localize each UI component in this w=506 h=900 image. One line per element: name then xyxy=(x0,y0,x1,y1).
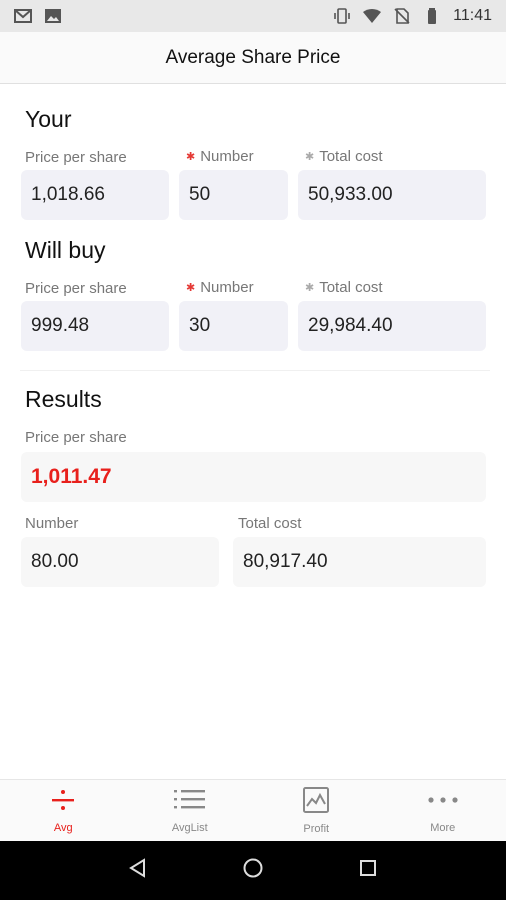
your-total-label: ✱ Total cost xyxy=(305,148,383,165)
results-price-label: Price per share xyxy=(25,429,127,446)
back-icon[interactable] xyxy=(127,857,149,884)
no-sim-icon xyxy=(393,7,411,25)
home-icon[interactable] xyxy=(242,857,264,884)
section-divider xyxy=(20,370,490,371)
app-bar: Average Share Price xyxy=(0,32,506,84)
your-section-title: Your xyxy=(25,106,72,132)
status-bar: 11:41 xyxy=(0,0,506,32)
required-marker-icon: ✱ xyxy=(186,151,196,163)
system-nav-bar xyxy=(0,841,506,900)
nav-label-avg: Avg xyxy=(53,822,73,834)
your-number-input[interactable]: 50 xyxy=(179,170,288,220)
results-number-label: Number xyxy=(25,515,79,532)
vibrate-icon xyxy=(333,7,351,25)
status-time: 11:41 xyxy=(453,7,492,24)
nav-label-profit: Profit xyxy=(303,823,330,835)
your-number-label: ✱ Number xyxy=(186,148,254,165)
image-icon xyxy=(44,7,62,25)
will-buy-price-label: Price per share xyxy=(25,280,127,297)
results-price-value: 1,011.47 xyxy=(21,452,486,502)
optional-marker-icon: ✱ xyxy=(305,151,315,163)
optional-marker-icon: ✱ xyxy=(305,282,315,294)
results-total-value: 80,917.40 xyxy=(233,537,486,587)
gmail-icon xyxy=(14,7,32,25)
your-price-input[interactable]: 1,018.66 xyxy=(21,170,169,220)
your-price-label: Price per share xyxy=(25,149,127,166)
more-icon xyxy=(427,787,459,818)
results-section-title: Results xyxy=(25,386,102,412)
nav-item-avglist[interactable]: AvgList xyxy=(127,780,254,841)
will-buy-total-input[interactable]: 29,984.40 xyxy=(298,301,486,351)
your-total-input[interactable]: 50,933.00 xyxy=(298,170,486,220)
nav-label-more: More xyxy=(430,822,456,834)
battery-icon xyxy=(423,7,441,25)
nav-item-profit[interactable]: Profit xyxy=(253,780,380,841)
recents-icon[interactable] xyxy=(357,857,379,884)
will-buy-number-input[interactable]: 30 xyxy=(179,301,288,351)
nav-item-more[interactable]: More xyxy=(380,780,506,841)
results-number-value: 80.00 xyxy=(21,537,219,587)
required-marker-icon: ✱ xyxy=(186,282,196,294)
nav-item-avg[interactable]: Avg xyxy=(0,780,127,841)
will-buy-price-input[interactable]: 999.48 xyxy=(21,301,169,351)
will-buy-total-label: ✱ Total cost xyxy=(305,279,383,296)
will-buy-number-label: ✱ Number xyxy=(186,279,254,296)
divide-icon xyxy=(50,787,76,818)
nav-label-avglist: AvgList xyxy=(171,822,208,834)
bottom-nav: Avg AvgList Profit More xyxy=(0,779,506,841)
wifi-icon xyxy=(363,7,382,25)
chart-icon xyxy=(302,786,330,819)
results-total-label: Total cost xyxy=(238,515,302,532)
will-buy-section-title: Will buy xyxy=(25,237,106,263)
list-icon xyxy=(173,787,207,818)
page-title: Average Share Price xyxy=(165,46,341,68)
